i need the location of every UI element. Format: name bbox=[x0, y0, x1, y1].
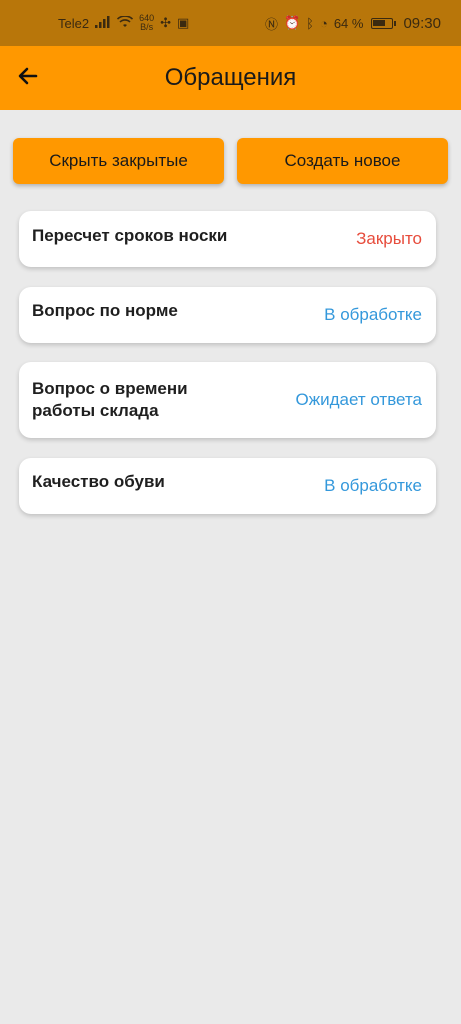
status-bar-right: Ⓝ ⏰ ᛒ ◔ 64 % 09:30 bbox=[265, 14, 441, 33]
carrier-label: Tele2 bbox=[58, 15, 90, 31]
app-notification-icon: ✣ bbox=[160, 15, 172, 30]
wifi-icon bbox=[117, 14, 134, 31]
arrow-left-icon bbox=[18, 67, 38, 85]
ticket-card[interactable]: Вопрос по норме В обработке bbox=[19, 287, 436, 343]
ticket-card[interactable]: Качество обуви В обработке bbox=[19, 458, 436, 514]
back-button[interactable] bbox=[10, 58, 46, 94]
ticket-status: Закрыто bbox=[356, 229, 422, 248]
ticket-title: Вопрос по норме bbox=[32, 301, 178, 320]
ticket-status: В обработке bbox=[324, 476, 422, 495]
alarm-icon: ⏰ bbox=[283, 15, 301, 30]
clock: 09:30 bbox=[403, 14, 441, 32]
ticket-title: Вопрос о времени работы склада bbox=[32, 379, 188, 420]
photo-notification-icon: ▣ bbox=[177, 15, 190, 30]
hide-closed-button[interactable]: Скрыть закрытые bbox=[13, 138, 224, 184]
ticket-title: Пересчет сроков носки bbox=[32, 226, 228, 245]
speedometer-icon: ◔ bbox=[319, 15, 328, 31]
signal-icon bbox=[95, 15, 111, 31]
bluetooth-icon: ᛒ bbox=[306, 15, 314, 31]
net-speed: 640 B/s bbox=[139, 14, 154, 32]
battery-percent: 64 % bbox=[333, 15, 364, 31]
actions-row: Скрыть закрытые Создать новое bbox=[13, 138, 448, 184]
app-bar: Обращения bbox=[0, 46, 461, 110]
ticket-title: Качество обуви bbox=[32, 472, 165, 491]
create-new-button[interactable]: Создать новое bbox=[237, 138, 448, 184]
net-speed-unit: B/s bbox=[140, 22, 154, 32]
ticket-status: В обработке bbox=[324, 305, 422, 324]
nfc-icon: Ⓝ bbox=[264, 16, 278, 32]
status-bar: Tele2 640 B/s ✣ ▣ Ⓝ ⏰ ᛒ ◔ 64 % 09:30 bbox=[0, 0, 461, 46]
status-bar-left: Tele2 640 B/s ✣ ▣ bbox=[58, 14, 189, 32]
page-title: Обращения bbox=[164, 64, 297, 91]
ticket-card[interactable]: Пересчет сроков носки Закрыто bbox=[19, 211, 436, 267]
battery-icon bbox=[371, 17, 397, 29]
ticket-card[interactable]: Вопрос о времени работы склада Ожидает о… bbox=[19, 362, 436, 438]
ticket-status: Ожидает ответа bbox=[295, 390, 422, 409]
